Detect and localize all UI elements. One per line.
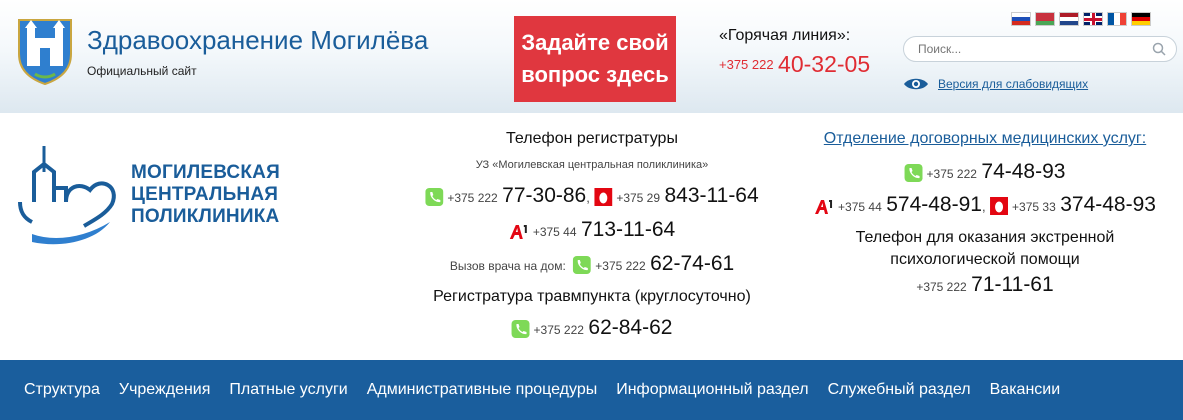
paid-phone2-prefix: +375 44 bbox=[838, 200, 882, 214]
clinic-logo-icon[interactable] bbox=[14, 142, 124, 252]
search-input[interactable] bbox=[918, 41, 1138, 57]
psych-phone-row: +375 222 71-11-61 bbox=[916, 273, 1053, 297]
hotline-prefix: +375 222 bbox=[719, 57, 774, 72]
phone-icon bbox=[573, 256, 592, 274]
separator-comma: , bbox=[981, 199, 986, 214]
flag-gb-icon[interactable] bbox=[1083, 12, 1103, 26]
hotline-label: «Горячая линия»: bbox=[719, 27, 851, 44]
paid-services-link-row: Отделение договорных медицинских услуг: bbox=[824, 130, 1146, 148]
nav-item-vacancies[interactable]: Вакансии bbox=[990, 381, 1061, 399]
flag-de-icon[interactable] bbox=[1131, 12, 1151, 26]
low-vision-link[interactable]: Версия для слабовидящих bbox=[938, 77, 1088, 91]
nav-item-institutions[interactable]: Учреждения bbox=[119, 381, 211, 399]
registry-org: УЗ «Могилевская центральная поликлиника» bbox=[475, 159, 709, 171]
psych-phone-prefix: +375 222 bbox=[916, 280, 967, 294]
phone-icon bbox=[904, 164, 923, 182]
trauma-number[interactable]: 62-84-62 bbox=[588, 316, 672, 339]
phone1-number[interactable]: 77-30-86 bbox=[502, 184, 586, 207]
ask-button-line2: вопрос здесь bbox=[521, 62, 669, 87]
separator-comma: , bbox=[586, 190, 590, 205]
main-navigation: Структура Учреждения Платные услуги Адми… bbox=[0, 360, 1183, 420]
a1-logo-icon bbox=[509, 225, 527, 239]
paid-services-link[interactable]: Отделение договорных медицинских услуг: bbox=[824, 130, 1146, 147]
clinic-name: МОГИЛЕВСКАЯ ЦЕНТРАЛЬНАЯ ПОЛИКЛИНИКА bbox=[131, 162, 280, 228]
nav-item-structure[interactable]: Структура bbox=[24, 381, 100, 399]
flag-fr-icon[interactable] bbox=[1107, 12, 1127, 26]
phone2-prefix: +375 29 bbox=[616, 191, 661, 205]
flag-ru-icon[interactable] bbox=[1011, 12, 1031, 26]
paid-phone1-row: +375 222 74-48-93 bbox=[904, 160, 1065, 184]
hotline-digits: 40-32-05 bbox=[778, 51, 871, 77]
paid-phone1-number[interactable]: 74-48-93 bbox=[981, 160, 1065, 183]
flag-by-icon[interactable] bbox=[1035, 12, 1055, 26]
registry-title: Телефон регистратуры bbox=[506, 130, 678, 147]
psych-help-line1: Телефон для оказания экстренной bbox=[855, 229, 1115, 246]
trauma-prefix: +375 222 bbox=[533, 323, 584, 337]
a1-logo-icon bbox=[815, 200, 833, 214]
search-icon[interactable] bbox=[1152, 42, 1166, 56]
site-subtitle: Официальный сайт bbox=[87, 64, 197, 78]
paid-phone2-number[interactable]: 574-48-91 bbox=[886, 193, 982, 216]
home-call-prefix: +375 222 bbox=[595, 259, 646, 273]
clinic-name-line2: ЦЕНТРАЛЬНАЯ bbox=[131, 184, 279, 205]
phone2-number[interactable]: 843-11-64 bbox=[664, 184, 758, 207]
language-flags bbox=[1011, 12, 1151, 26]
nav-item-paid-services[interactable]: Платные услуги bbox=[229, 381, 347, 399]
phone3-number[interactable]: 713-11-64 bbox=[581, 218, 675, 241]
ask-button-line1: Задайте свой bbox=[521, 30, 669, 55]
home-call-number[interactable]: 62-74-61 bbox=[650, 252, 734, 275]
trauma-phone-row: +375 222 62-84-62 bbox=[511, 316, 672, 340]
site-title[interactable]: Здравоохранение Могилёва bbox=[87, 25, 428, 56]
site-header: Здравоохранение Могилёва Официальный сай… bbox=[0, 0, 1183, 113]
paid-phone1-prefix: +375 222 bbox=[926, 167, 977, 181]
phone1-prefix: +375 222 bbox=[447, 191, 498, 205]
trauma-title: Регистратура травмпункта (круглосуточно) bbox=[433, 288, 751, 305]
hotline-number[interactable]: +375 222 40-32-05 bbox=[719, 51, 870, 78]
nav-item-information[interactable]: Информационный раздел bbox=[616, 381, 808, 399]
home-call-label: Вызов врача на дом: bbox=[449, 259, 566, 273]
eye-icon[interactable] bbox=[903, 77, 929, 91]
phone-icon bbox=[425, 188, 444, 206]
nav-item-service-section[interactable]: Служебный раздел bbox=[828, 381, 971, 399]
home-call-row: Вызов врача на дом: +375 222 62-74-61 bbox=[450, 252, 734, 276]
mts-logo-icon bbox=[990, 197, 1009, 215]
nav-item-admin-procedures[interactable]: Административные процедуры bbox=[367, 381, 597, 399]
phone3-prefix: +375 44 bbox=[532, 225, 577, 239]
city-emblem-icon[interactable] bbox=[15, 14, 75, 86]
paid-phone3-prefix: +375 33 bbox=[1012, 200, 1056, 214]
mts-logo-icon bbox=[594, 188, 613, 206]
psych-help-line2: психологической помощи bbox=[890, 251, 1080, 268]
registry-phones-row1: +375 222 77-30-86, +375 29 843-11-64 bbox=[425, 184, 759, 208]
paid-phone3-number[interactable]: 374-48-93 bbox=[1060, 193, 1156, 216]
paid-phones-row2: +375 44 574-48-91, +375 33 374-48-93 bbox=[814, 193, 1156, 217]
search-box bbox=[903, 36, 1177, 62]
registry-phones-row2: +375 44 713-11-64 bbox=[509, 218, 675, 242]
psych-phone-number[interactable]: 71-11-61 bbox=[971, 273, 1054, 296]
phone-icon bbox=[511, 320, 530, 338]
ask-question-button[interactable]: Задайте свой вопрос здесь bbox=[514, 16, 676, 102]
flag-nl-icon[interactable] bbox=[1059, 12, 1079, 26]
clinic-name-line1: МОГИЛЕВСКАЯ bbox=[131, 162, 280, 183]
clinic-name-line3: ПОЛИКЛИНИКА bbox=[131, 206, 280, 227]
